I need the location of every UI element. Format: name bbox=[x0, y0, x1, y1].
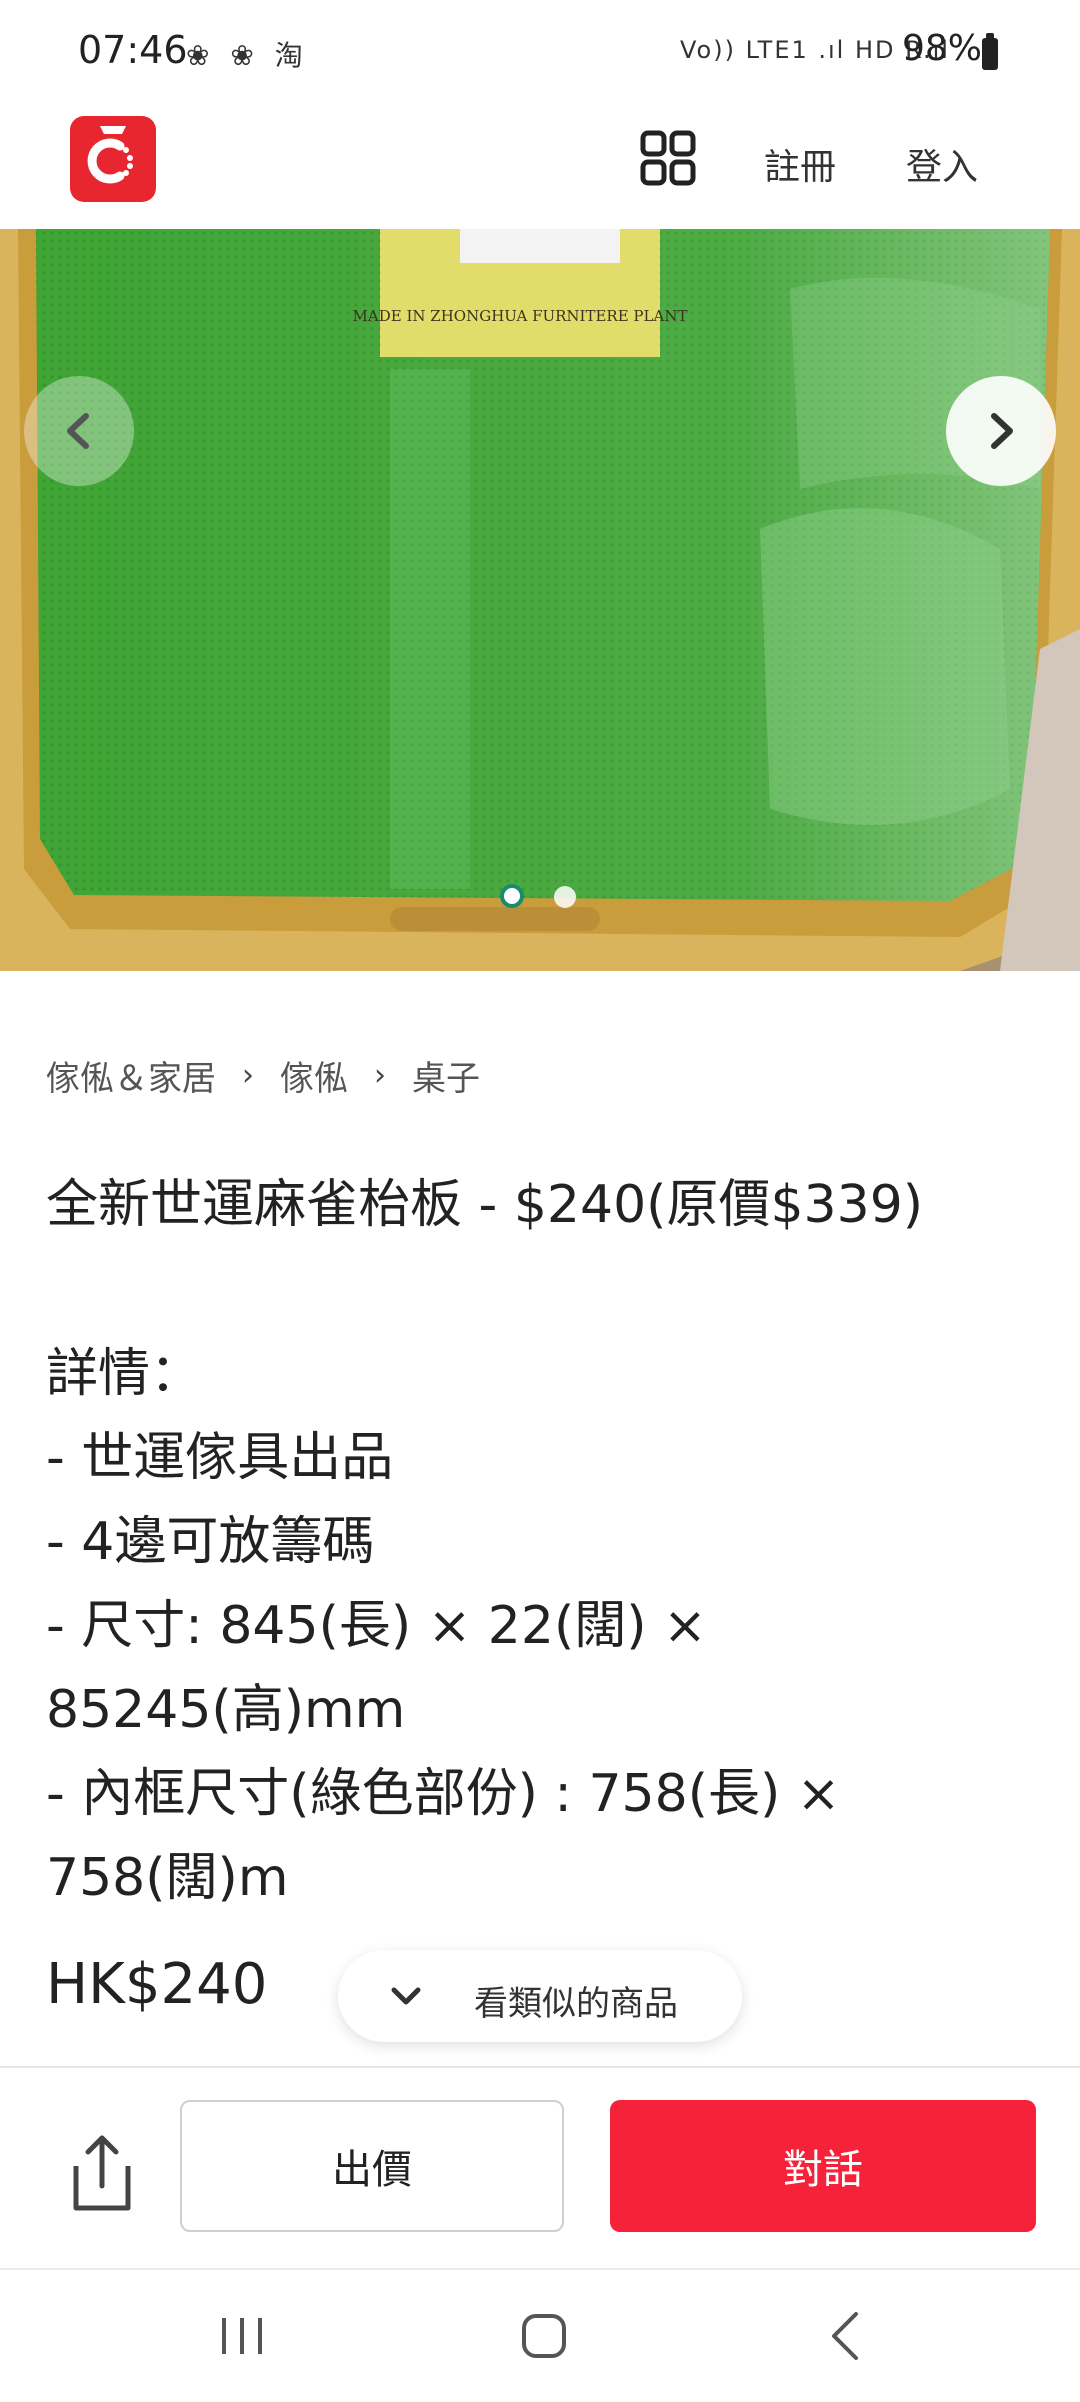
product-image: MADE IN ZHONGHUA FURNITERE PLANT bbox=[0, 229, 1080, 971]
login-link[interactable]: 登入 bbox=[906, 138, 978, 190]
see-similar-button[interactable]: 看類似的商品 bbox=[338, 1950, 742, 2042]
description-line: - 內框尺寸(綠色部份) : 758(長) × bbox=[46, 1764, 841, 1824]
make-offer-button[interactable]: 出價 bbox=[180, 2100, 564, 2232]
back-icon[interactable] bbox=[826, 2310, 866, 2362]
battery-icon bbox=[982, 33, 998, 70]
description-line: - 4邊可放籌碼 bbox=[46, 1512, 375, 1572]
listing-description: 詳情： - 世運傢具出品 - 4邊可放籌碼 - 尺寸: 845(長) × 22(… bbox=[46, 1332, 1046, 1920]
share-icon bbox=[73, 2135, 131, 2211]
status-time: 07:46 bbox=[78, 28, 188, 72]
recents-icon[interactable] bbox=[218, 2314, 266, 2358]
listing-price: HK$240 bbox=[46, 1952, 268, 2017]
carousel-dot-active[interactable] bbox=[500, 884, 524, 908]
chevron-right-icon: › bbox=[374, 1057, 386, 1093]
description-line: - 尺寸: 845(長) × 22(闊) × bbox=[46, 1596, 707, 1656]
battery-level: 98% bbox=[902, 28, 983, 69]
breadcrumb-item[interactable]: 桌子 bbox=[412, 1051, 480, 1100]
description-line: 758(闊)m bbox=[46, 1848, 289, 1908]
carousell-logo-icon[interactable] bbox=[70, 116, 156, 202]
carousel-next-button[interactable] bbox=[946, 376, 1056, 486]
chat-button[interactable]: 對話 bbox=[610, 2100, 1036, 2232]
description-line: - 世運傢具出品 bbox=[46, 1428, 394, 1488]
chevron-right-icon bbox=[991, 413, 1013, 449]
product-image-carousel[interactable]: MADE IN ZHONGHUA FURNITERE PLANT bbox=[0, 229, 1080, 971]
chevron-down-icon bbox=[391, 1987, 421, 2005]
breadcrumb: 傢俬＆家居 › 傢俬 › 桌子 bbox=[46, 1050, 480, 1100]
status-app-icons: ❀ ❀ 淘 bbox=[186, 39, 309, 72]
listing-title: 全新世運麻雀枱板 - $240(原價$339) bbox=[46, 1175, 924, 1235]
register-link[interactable]: 註冊 bbox=[764, 138, 836, 190]
description-line: 詳情： bbox=[46, 1344, 203, 1404]
breadcrumb-item[interactable]: 傢俬 bbox=[280, 1051, 348, 1100]
carousel-dot[interactable] bbox=[554, 886, 576, 908]
grid-icon[interactable] bbox=[640, 130, 696, 186]
carousel-prev-button[interactable] bbox=[24, 376, 134, 486]
chevron-left-icon bbox=[67, 413, 89, 449]
image-plaque-text: MADE IN ZHONGHUA FURNITERE PLANT bbox=[353, 307, 688, 325]
chevron-right-icon: › bbox=[242, 1057, 254, 1093]
see-similar-label: 看類似的商品 bbox=[474, 1984, 678, 2024]
description-line: 85245(高)mm bbox=[46, 1680, 406, 1740]
breadcrumb-item[interactable]: 傢俬＆家居 bbox=[46, 1051, 216, 1100]
home-icon[interactable] bbox=[520, 2312, 568, 2360]
share-button[interactable] bbox=[62, 2126, 142, 2216]
